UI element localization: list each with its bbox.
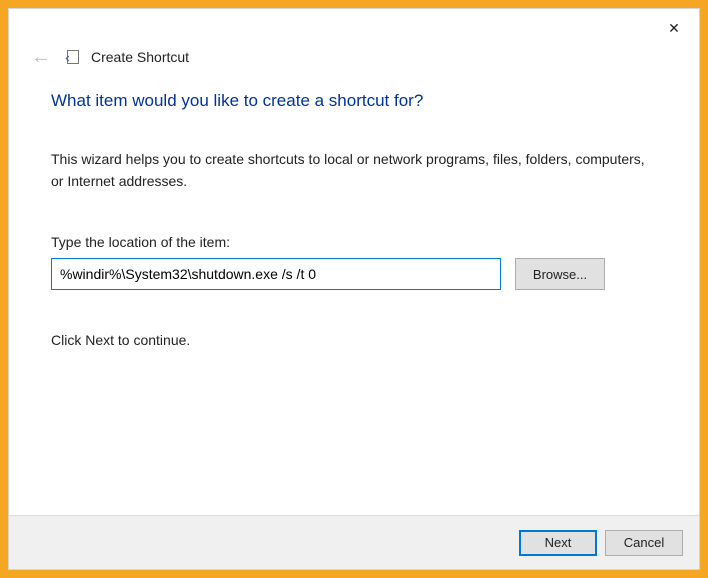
content-area: What item would you like to create a sho… [9, 77, 699, 515]
next-button[interactable]: Next [519, 530, 597, 556]
create-shortcut-dialog: ✕ ← Create Shortcut What item would you … [8, 8, 700, 570]
titlebar: ✕ [9, 9, 699, 47]
browse-button[interactable]: Browse... [515, 258, 605, 290]
cancel-button[interactable]: Cancel [605, 530, 683, 556]
page-title: What item would you like to create a sho… [51, 91, 657, 111]
wizard-title: Create Shortcut [91, 49, 189, 65]
location-label: Type the location of the item: [51, 234, 657, 250]
location-input-row: Browse... [51, 258, 657, 290]
close-icon: ✕ [668, 20, 680, 37]
back-arrow-icon: ← [31, 47, 51, 67]
footer: Next Cancel [9, 515, 699, 569]
header-row: ← Create Shortcut [9, 47, 699, 77]
location-input[interactable] [51, 258, 501, 290]
help-text: This wizard helps you to create shortcut… [51, 149, 657, 192]
continue-text: Click Next to continue. [51, 332, 657, 348]
close-button[interactable]: ✕ [653, 13, 695, 43]
shortcut-icon [67, 50, 79, 64]
